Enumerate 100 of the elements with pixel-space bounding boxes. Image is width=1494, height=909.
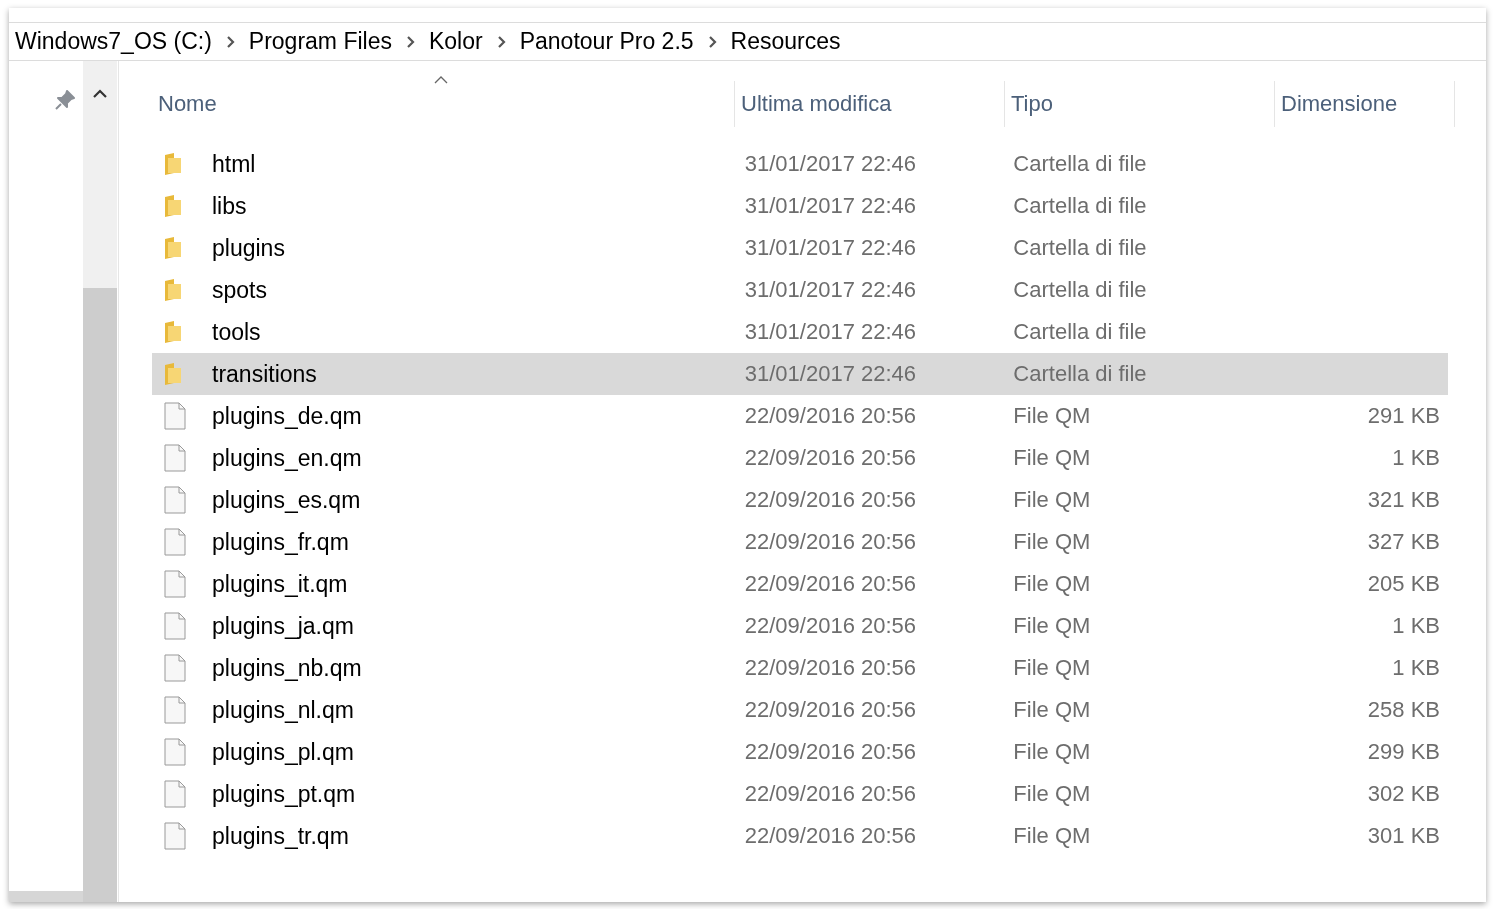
file-name: transitions (212, 360, 317, 388)
file-icon (164, 528, 186, 556)
file-size: 1 KB (1392, 655, 1440, 681)
file-icon (164, 780, 186, 808)
modified-date: 31/01/2017 22:46 (744, 319, 917, 345)
file-type: Cartella di file (1013, 235, 1147, 261)
file-row[interactable]: plugins_it.qm 22/09/2016 20:56 File QM 205 KB (152, 563, 1448, 605)
file-row[interactable]: plugins_es.qm 22/09/2016 20:56 File QM 321 KB (152, 479, 1448, 521)
file-row[interactable]: plugins 31/01/2017 22:46 Cartella di file (152, 227, 1448, 269)
breadcrumb-item[interactable]: Panotour Pro 2.5 (519, 28, 694, 55)
file-name: plugins_ja.qm (212, 612, 354, 640)
modified-date: 22/09/2016 20:56 (744, 529, 917, 555)
file-type: Cartella di file (1013, 193, 1147, 219)
file-row[interactable]: plugins_nl.qm 22/09/2016 20:56 File QM 258 KB (152, 689, 1448, 731)
modified-date: 31/01/2017 22:46 (744, 235, 917, 261)
selected-row[interactable]: transitions 31/01/2017 22:46 Cartella di file (152, 353, 1448, 395)
file-name: plugins_pt.qm (212, 780, 356, 808)
file-name: plugins_nb.qm (212, 654, 362, 682)
file-row[interactable]: tools 31/01/2017 22:46 Cartella di file (152, 311, 1448, 353)
file-icon (164, 444, 186, 472)
column-header[interactable]: Ultima modifica (741, 91, 892, 117)
file-icon (164, 486, 186, 514)
file-name: tools (212, 318, 261, 346)
file-type: File QM (1013, 613, 1091, 639)
file-name: plugins_pl.qm (212, 738, 354, 766)
file-type: Cartella di file (1013, 151, 1147, 177)
file-name: plugins_en.qm (212, 444, 362, 472)
file-size: 205 KB (1367, 571, 1440, 597)
file-row[interactable]: plugins_ja.qm 22/09/2016 20:56 File QM 1 KB (152, 605, 1448, 647)
file-row[interactable]: plugins_pl.qm 22/09/2016 20:56 File QM 299 KB (152, 731, 1448, 773)
chevron-right-icon[interactable] (225, 35, 235, 48)
file-size: 291 KB (1367, 403, 1440, 429)
folder-icon (164, 236, 182, 260)
file-name: plugins_it.qm (212, 570, 348, 598)
modified-date: 22/09/2016 20:56 (744, 823, 917, 849)
file-name: libs (212, 192, 247, 220)
file-icon (164, 570, 186, 598)
modified-date: 22/09/2016 20:56 (744, 655, 917, 681)
file-icon (164, 738, 186, 766)
column-header[interactable]: Dimensione (1281, 91, 1398, 117)
file-row[interactable]: plugins_pt.qm 22/09/2016 20:56 File QM 302 KB (152, 773, 1448, 815)
file-name: spots (212, 276, 267, 304)
modified-date: 31/01/2017 22:46 (744, 193, 917, 219)
modified-date: 31/01/2017 22:46 (744, 361, 917, 387)
column-header[interactable]: Nome (158, 91, 217, 117)
modified-date: 22/09/2016 20:56 (744, 781, 917, 807)
file-size: 299 KB (1367, 739, 1440, 765)
file-type: File QM (1013, 739, 1091, 765)
file-icon (164, 612, 186, 640)
chevron-right-icon[interactable] (406, 35, 415, 48)
scrollbar[interactable] (9, 891, 83, 902)
breadcrumb-item[interactable]: Resources (730, 28, 841, 55)
modified-date: 22/09/2016 20:56 (744, 445, 917, 471)
file-icon (164, 696, 186, 724)
breadcrumb-item[interactable]: Program Files (248, 28, 392, 55)
file-row[interactable]: plugins_nb.qm 22/09/2016 20:56 File QM 1 KB (152, 647, 1448, 689)
file-icon (164, 402, 186, 430)
address-bar[interactable]: Windows7_OS (C:) Program Files Kolor Panotour Pro 2.5 Resources (9, 22, 1486, 61)
file-row[interactable]: spots 31/01/2017 22:46 Cartella di file (152, 269, 1448, 311)
column-header[interactable]: Tipo (1011, 91, 1053, 117)
file-row[interactable]: plugins_tr.qm 22/09/2016 20:56 File QM 301 KB (152, 815, 1448, 857)
file-type: Cartella di file (1013, 361, 1147, 387)
folder-icon (164, 194, 182, 218)
file-type: Cartella di file (1013, 277, 1147, 303)
file-type: File QM (1013, 487, 1091, 513)
file-type: File QM (1013, 697, 1091, 723)
breadcrumb-item[interactable]: Windows7_OS (C:) (15, 28, 212, 55)
sort-caret-icon (434, 76, 448, 84)
file-size: 302 KB (1367, 781, 1440, 807)
file-type: File QM (1013, 445, 1091, 471)
folder-icon (164, 362, 182, 386)
file-type: File QM (1013, 529, 1091, 555)
modified-date: 22/09/2016 20:56 (744, 697, 917, 723)
file-name: plugins_de.qm (212, 402, 362, 430)
folder-icon (164, 320, 182, 344)
file-size: 301 KB (1367, 823, 1440, 849)
file-size: 1 KB (1392, 613, 1440, 639)
file-row[interactable]: html 31/01/2017 22:46 Cartella di file (152, 143, 1448, 185)
modified-date: 22/09/2016 20:56 (744, 613, 917, 639)
file-name: html (212, 150, 256, 178)
file-type: File QM (1013, 655, 1091, 681)
file-icon (164, 822, 186, 850)
modified-date: 22/09/2016 20:56 (744, 739, 917, 765)
scrollbar-track[interactable] (83, 61, 117, 902)
pin-icon[interactable] (54, 89, 76, 111)
file-row[interactable]: plugins_fr.qm 22/09/2016 20:56 File QM 327 KB (152, 521, 1448, 563)
file-type: File QM (1013, 571, 1091, 597)
breadcrumb-item[interactable]: Kolor (429, 28, 483, 55)
chevron-right-icon[interactable] (496, 35, 506, 48)
modified-date: 31/01/2017 22:46 (744, 151, 917, 177)
file-row[interactable]: plugins_de.qm 22/09/2016 20:56 File QM 291 KB (152, 395, 1448, 437)
chevron-right-icon[interactable] (707, 35, 717, 48)
file-name: plugins_nl.qm (212, 696, 354, 724)
scrollbar-thumb[interactable] (83, 288, 117, 902)
file-name: plugins_es.qm (212, 486, 361, 514)
file-name: plugins_tr.qm (212, 822, 349, 850)
file-row[interactable]: libs 31/01/2017 22:46 Cartella di file (152, 185, 1448, 227)
file-type: Cartella di file (1013, 319, 1147, 345)
file-row[interactable]: plugins_en.qm 22/09/2016 20:56 File QM 1 KB (152, 437, 1448, 479)
file-name: plugins_fr.qm (212, 528, 349, 556)
